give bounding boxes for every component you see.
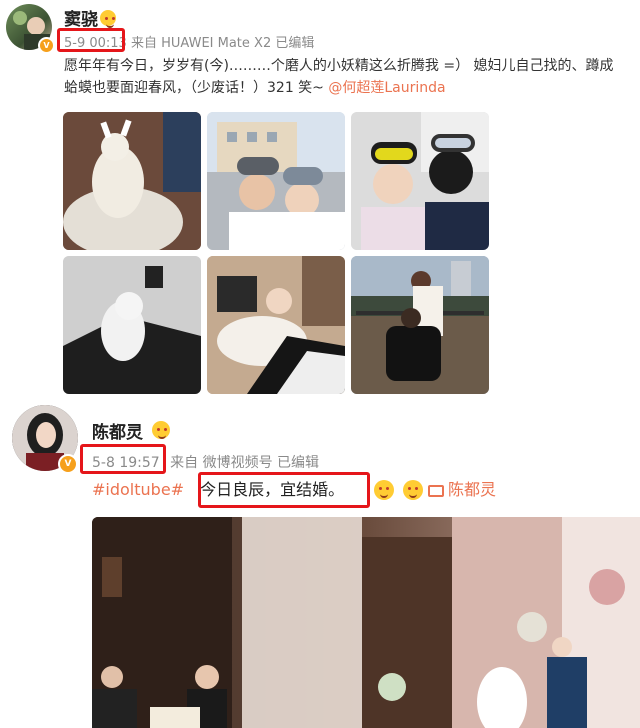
highlight-box-time — [80, 444, 166, 474]
photo-6[interactable] — [351, 256, 489, 394]
video-link[interactable]: 陈都灵 — [428, 479, 496, 501]
post-text: 愿年年有今日，岁岁有(今)………个磨人的小妖精这么折腾我 =） 媳妇儿自己找的、… — [64, 55, 640, 99]
photo-2[interactable] — [207, 112, 345, 250]
video-icon — [428, 484, 444, 497]
mention-link[interactable]: @何超莲Laurinda — [328, 80, 445, 96]
photo-5[interactable] — [207, 256, 345, 394]
verified-badge-icon: V — [58, 454, 78, 474]
video-thumbnail[interactable] — [92, 517, 640, 728]
post-text-line2-prefix: 蛤蟆也要面迎春风，（少废话！）321 笑~ — [64, 80, 329, 96]
post-source: 来自 微博视频号 已编辑 — [170, 455, 320, 471]
post-text-line2: 蛤蟆也要面迎春风，（少废话！）321 笑~ @何超莲Laurinda — [64, 77, 640, 99]
post-text-line1: 愿年年有今日，岁岁有(今)………个磨人的小妖精这么折腾我 =） 媳妇儿自己找的、… — [64, 58, 614, 74]
photo-3[interactable] — [351, 112, 489, 250]
highlight-box-text — [198, 472, 370, 508]
hashtag-link[interactable]: #idoltube# — [92, 480, 184, 499]
verified-badge-icon: V — [38, 37, 55, 54]
laugh-emoji-icon — [152, 419, 170, 439]
emoji-icon — [374, 479, 394, 500]
photo-1[interactable] — [63, 112, 201, 250]
username[interactable]: 窦骁 — [64, 5, 98, 30]
post-source: 来自 HUAWEI Mate X2 已编辑 — [130, 36, 315, 51]
username[interactable]: 陈都灵 — [92, 418, 143, 443]
video-link-label[interactable]: 陈都灵 — [448, 480, 496, 499]
laugh-emoji-icon — [100, 7, 116, 28]
highlight-box-time — [57, 28, 125, 52]
emoji-icon — [403, 479, 424, 500]
emoji-group — [374, 479, 424, 500]
photo-4[interactable] — [63, 256, 201, 394]
